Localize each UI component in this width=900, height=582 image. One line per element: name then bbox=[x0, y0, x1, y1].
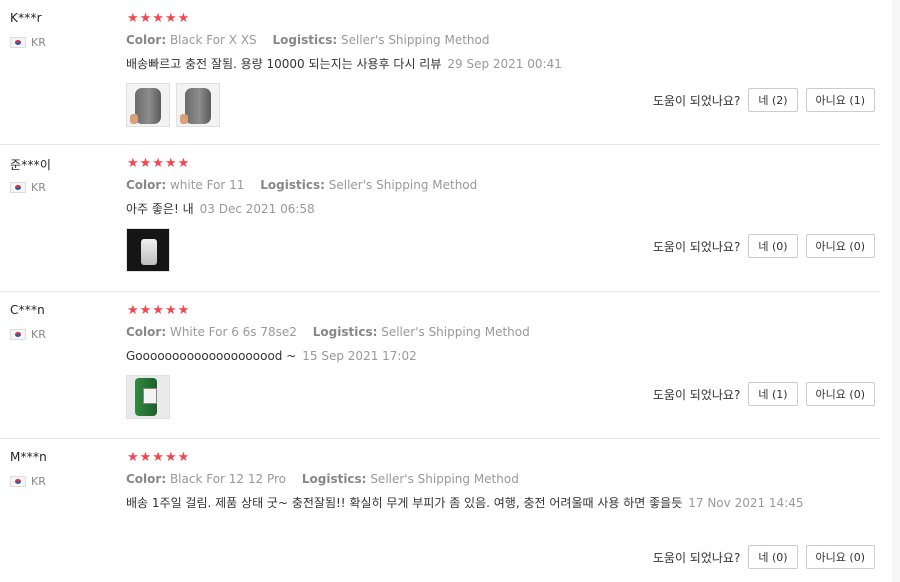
review-meta: Color: White For 6 6s 78se2 Logistics: S… bbox=[126, 325, 530, 339]
reviewer-country: KR bbox=[10, 328, 46, 341]
review-photos bbox=[126, 375, 170, 419]
helpful-question: 도움이 되었나요? bbox=[652, 93, 741, 108]
helpful-vote: 도움이 되었나요? 네 (0) 아니요 (0) bbox=[653, 234, 875, 258]
helpful-no-button[interactable]: 아니요 (0) bbox=[805, 545, 875, 569]
reviewer-name: C***n bbox=[10, 303, 45, 317]
helpful-question: 도움이 되었나요? bbox=[652, 239, 741, 254]
review-body: 배송빠르고 충전 잘됨. 용량 10000 되는지는 사용후 다시 리뷰 bbox=[126, 57, 442, 71]
reviewer-country: KR bbox=[10, 181, 46, 194]
country-code: KR bbox=[31, 36, 46, 49]
logistics-label: Logistics: bbox=[260, 178, 325, 192]
review-text: Goooooooooooooooooood ~ 15 Sep 2021 17:02 bbox=[126, 348, 417, 364]
helpful-no-button[interactable]: 아니요 (1) bbox=[805, 88, 875, 112]
korea-flag-icon bbox=[10, 182, 26, 193]
korea-flag-icon bbox=[10, 329, 26, 340]
color-value: White For 6 6s 78se2 bbox=[169, 325, 297, 339]
helpful-yes-button[interactable]: 네 (0) bbox=[748, 545, 798, 569]
logistics-value: Seller's Shipping Method bbox=[328, 178, 478, 192]
country-code: KR bbox=[31, 475, 46, 488]
reviewer-name: 준***이 bbox=[10, 158, 52, 172]
star-rating: ★★★★★ bbox=[127, 450, 191, 465]
review-body: 아주 좋은! 내 bbox=[126, 202, 194, 216]
scrollbar-track[interactable] bbox=[892, 0, 900, 582]
review-photo-thumbnail[interactable] bbox=[176, 83, 220, 127]
helpful-question: 도움이 되었나요? bbox=[652, 550, 741, 565]
review-photo-thumbnail[interactable] bbox=[126, 228, 170, 272]
logistics-value: Seller's Shipping Method bbox=[370, 472, 519, 486]
color-value: Black For 12 12 Pro bbox=[169, 472, 287, 486]
review-item: M***n KR ★★★★★ Color: Black For 12 12 Pr… bbox=[0, 439, 880, 582]
logistics-value: Seller's Shipping Method bbox=[381, 325, 530, 339]
review-date: 03 Dec 2021 06:58 bbox=[199, 202, 315, 216]
helpful-no-button[interactable]: 아니요 (0) bbox=[805, 234, 875, 258]
country-code: KR bbox=[31, 181, 46, 194]
review-item: C***n KR ★★★★★ Color: White For 6 6s 78s… bbox=[0, 292, 880, 439]
helpful-no-button[interactable]: 아니요 (0) bbox=[805, 382, 875, 406]
review-body: 배송 1주일 걸림. 제품 상태 굿~ 충전잘됨!! 확실히 무게 부피가 좀 … bbox=[126, 496, 683, 510]
review-photo-thumbnail[interactable] bbox=[126, 83, 170, 127]
review-date: 29 Sep 2021 00:41 bbox=[447, 57, 562, 71]
review-meta: Color: Black For 12 12 Pro Logistics: Se… bbox=[126, 472, 519, 486]
helpful-vote: 도움이 되었나요? 네 (2) 아니요 (1) bbox=[653, 88, 875, 112]
review-text: 배송 1주일 걸림. 제품 상태 굿~ 충전잘됨!! 확실히 무게 부피가 좀 … bbox=[126, 495, 804, 511]
helpful-question: 도움이 되었나요? bbox=[652, 387, 741, 402]
color-value: Black For X XS bbox=[169, 33, 257, 47]
reviewer-country: KR bbox=[10, 475, 46, 488]
review-photos bbox=[126, 83, 220, 127]
star-rating: ★★★★★ bbox=[127, 303, 191, 318]
review-meta: Color: white For 11 Logistics: Seller's … bbox=[126, 178, 477, 192]
reviewer-name: M***n bbox=[10, 450, 47, 464]
color-value: white For 11 bbox=[169, 178, 245, 192]
logistics-label: Logistics: bbox=[312, 325, 378, 339]
korea-flag-icon bbox=[10, 476, 26, 487]
logistics-label: Logistics: bbox=[272, 33, 338, 47]
review-body: Goooooooooooooooooood ~ bbox=[126, 349, 297, 363]
color-label: Color: bbox=[126, 325, 167, 339]
color-label: Color: bbox=[126, 472, 167, 486]
color-label: Color: bbox=[126, 33, 167, 47]
logistics-label: Logistics: bbox=[301, 472, 367, 486]
review-photo-thumbnail[interactable] bbox=[126, 375, 170, 419]
color-label: Color: bbox=[126, 178, 167, 192]
reviewer-country: KR bbox=[10, 36, 46, 49]
helpful-yes-button[interactable]: 네 (0) bbox=[748, 234, 798, 258]
review-item: K***r KR ★★★★★ Color: Black For X XS Log… bbox=[0, 0, 880, 145]
star-rating: ★★★★★ bbox=[127, 156, 191, 171]
helpful-vote: 도움이 되었나요? 네 (1) 아니요 (0) bbox=[653, 382, 875, 406]
review-text: 배송빠르고 충전 잘됨. 용량 10000 되는지는 사용후 다시 리뷰 29 S… bbox=[126, 56, 562, 72]
review-photos bbox=[126, 228, 170, 272]
country-code: KR bbox=[31, 328, 46, 341]
review-meta: Color: Black For X XS Logistics: Seller'… bbox=[126, 33, 490, 47]
review-item: 준***이 KR ★★★★★ Color: white For 11 Logis… bbox=[0, 145, 880, 292]
helpful-yes-button[interactable]: 네 (1) bbox=[748, 382, 798, 406]
review-date: 15 Sep 2021 17:02 bbox=[302, 349, 417, 363]
star-rating: ★★★★★ bbox=[127, 11, 191, 26]
helpful-vote: 도움이 되었나요? 네 (0) 아니요 (0) bbox=[653, 545, 875, 569]
reviewer-name: K***r bbox=[10, 11, 42, 25]
helpful-yes-button[interactable]: 네 (2) bbox=[748, 88, 798, 112]
korea-flag-icon bbox=[10, 37, 26, 48]
review-date: 17 Nov 2021 14:45 bbox=[688, 496, 804, 510]
logistics-value: Seller's Shipping Method bbox=[340, 33, 490, 47]
review-text: 아주 좋은! 내 03 Dec 2021 06:58 bbox=[126, 201, 315, 217]
